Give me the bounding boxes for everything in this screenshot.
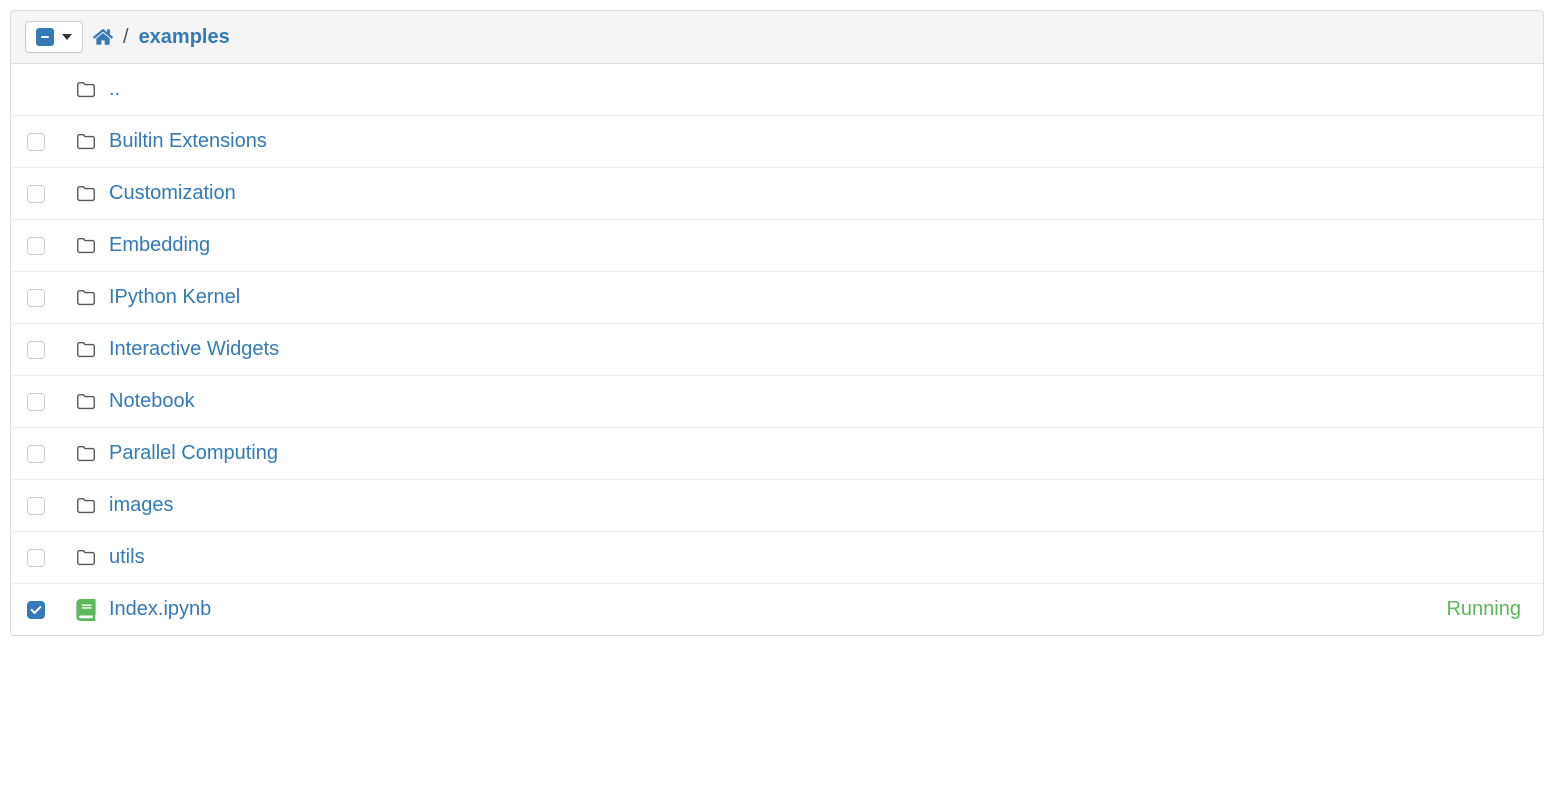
breadcrumb-bar: / examples [11, 11, 1543, 64]
row-checkbox[interactable] [27, 185, 45, 203]
breadcrumb-separator: / [123, 26, 129, 49]
select-indeterminate-icon [36, 28, 54, 46]
folder-icon [75, 339, 97, 361]
item-name[interactable]: Index.ipynb [109, 598, 1434, 621]
select-all-dropdown[interactable] [25, 21, 83, 53]
file-list: .. Builtin Extensions Customization Embeddi… [11, 64, 1543, 635]
file-row: Parallel Computing [11, 428, 1543, 480]
breadcrumb-current[interactable]: examples [139, 26, 230, 49]
folder-icon [75, 391, 97, 413]
folder-icon [75, 443, 97, 465]
folder-icon [75, 495, 97, 517]
file-row: .. [11, 64, 1543, 116]
folder-icon [75, 183, 97, 205]
item-name[interactable]: Parallel Computing [109, 442, 1527, 465]
folder-icon [75, 79, 97, 101]
folder-icon [75, 131, 97, 153]
row-checkbox[interactable] [27, 393, 45, 411]
item-name[interactable]: Embedding [109, 234, 1527, 257]
row-checkbox[interactable] [27, 549, 45, 567]
row-checkbox[interactable] [27, 445, 45, 463]
item-name[interactable]: Builtin Extensions [109, 130, 1527, 153]
file-row: Customization [11, 168, 1543, 220]
folder-icon [75, 287, 97, 309]
folder-icon [75, 547, 97, 569]
file-row: Builtin Extensions [11, 116, 1543, 168]
file-row: Interactive Widgets [11, 324, 1543, 376]
item-name[interactable]: .. [109, 78, 1527, 101]
notebook-icon [75, 599, 97, 621]
caret-down-icon [62, 34, 72, 40]
home-icon[interactable] [93, 27, 113, 47]
file-row: utils [11, 532, 1543, 584]
row-checkbox[interactable] [27, 341, 45, 359]
file-row: Notebook [11, 376, 1543, 428]
file-row: images [11, 480, 1543, 532]
folder-icon [75, 235, 97, 257]
row-checkbox[interactable] [27, 497, 45, 515]
item-name[interactable]: Interactive Widgets [109, 338, 1527, 361]
file-row: Index.ipynb Running [11, 584, 1543, 635]
row-checkbox[interactable] [27, 601, 45, 619]
row-checkbox[interactable] [27, 237, 45, 255]
file-row: IPython Kernel [11, 272, 1543, 324]
item-name[interactable]: Notebook [109, 390, 1527, 413]
item-name[interactable]: utils [109, 546, 1527, 569]
file-browser: / examples .. Builtin Extensions Customiza… [10, 10, 1544, 636]
item-name[interactable]: Customization [109, 182, 1527, 205]
file-row: Embedding [11, 220, 1543, 272]
item-name[interactable]: images [109, 494, 1527, 517]
item-name[interactable]: IPython Kernel [109, 286, 1527, 309]
row-checkbox[interactable] [27, 133, 45, 151]
checkbox-spacer [27, 81, 45, 99]
row-checkbox[interactable] [27, 289, 45, 307]
item-status: Running [1446, 598, 1521, 621]
